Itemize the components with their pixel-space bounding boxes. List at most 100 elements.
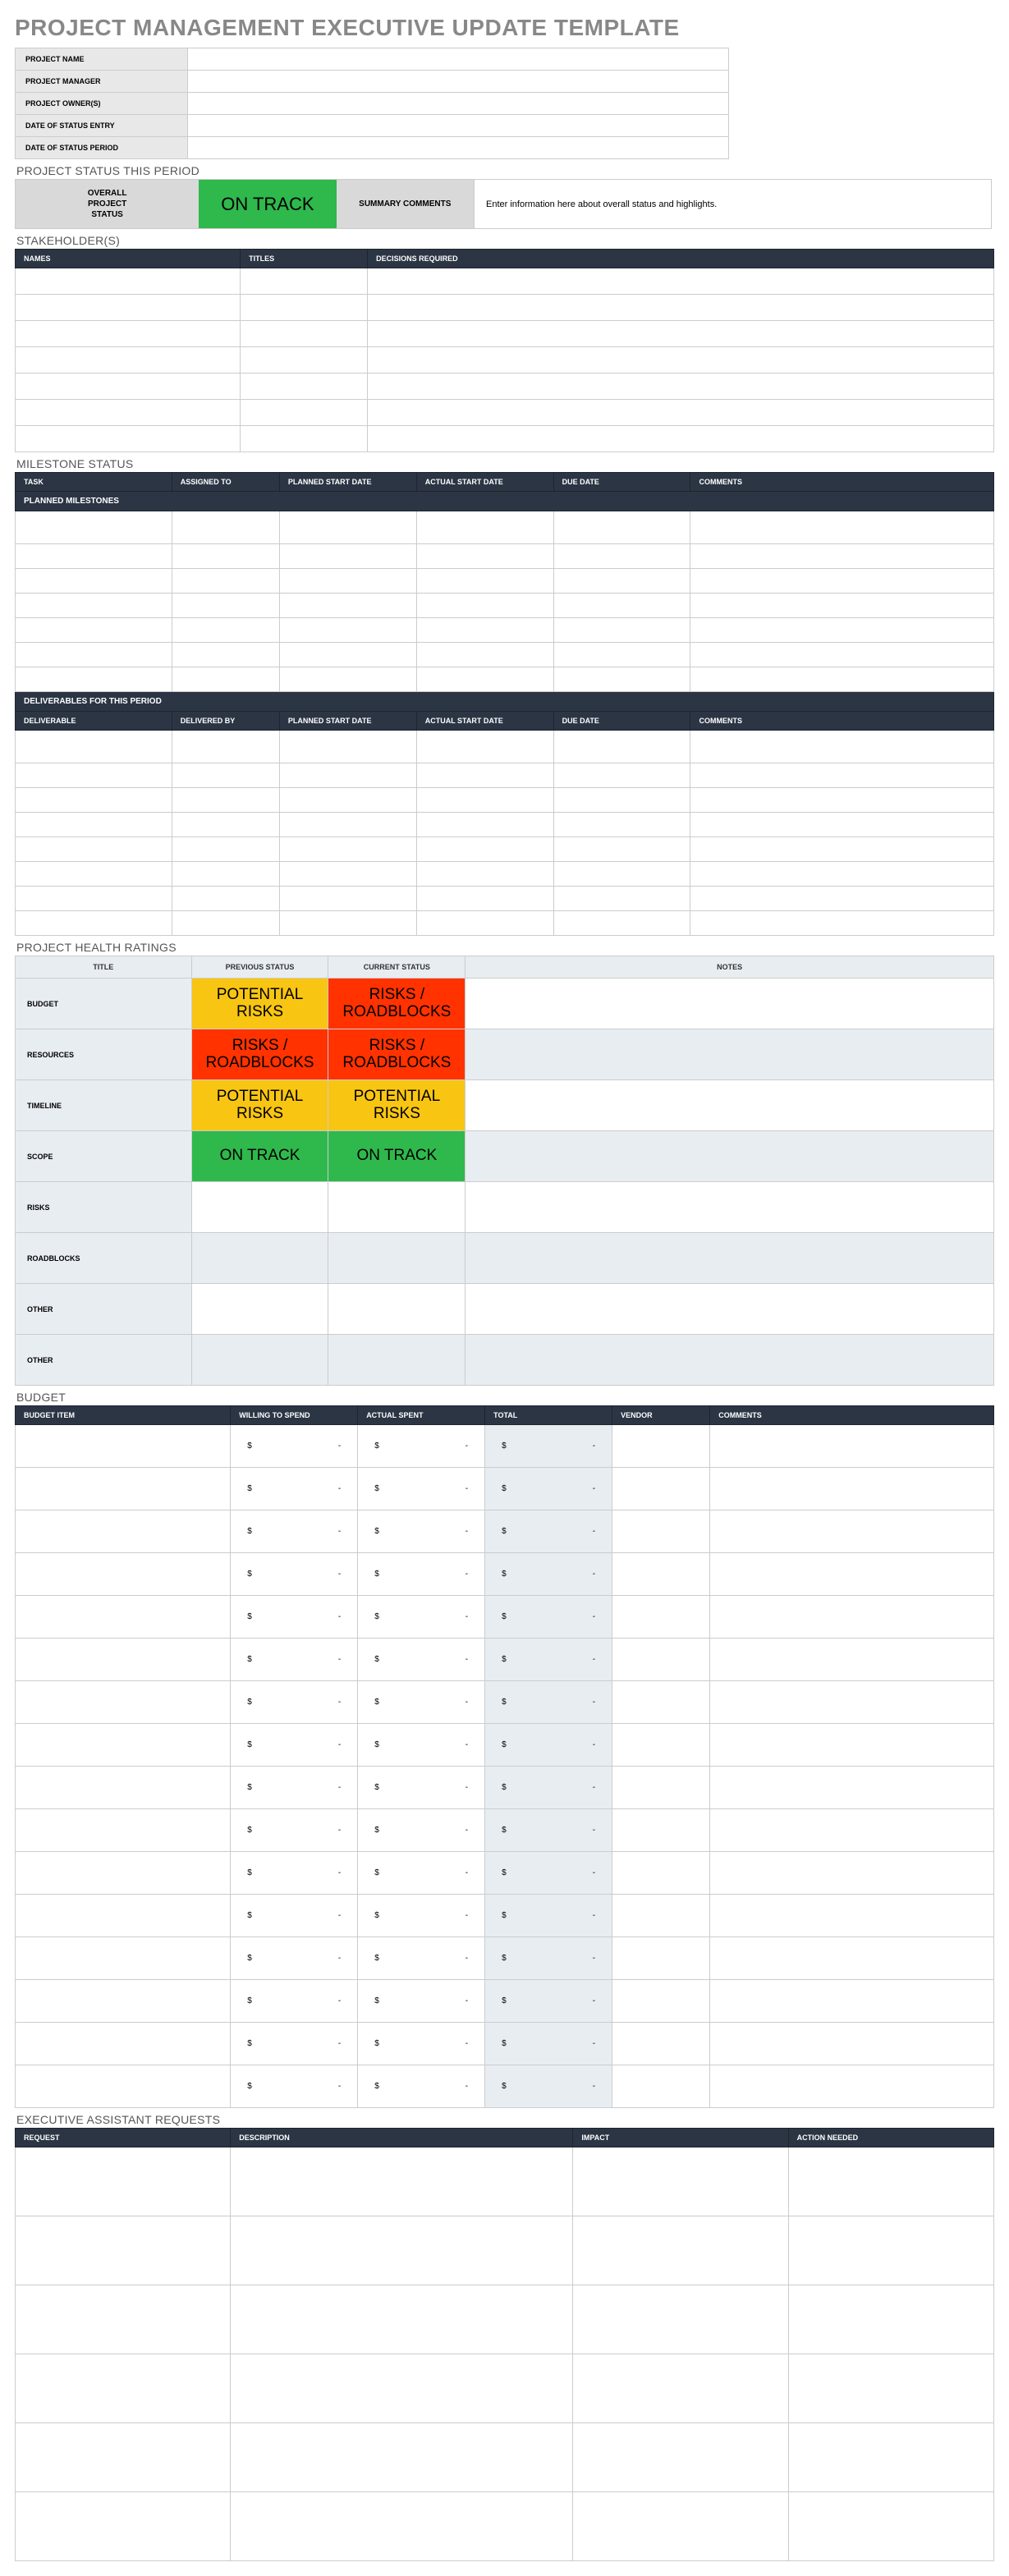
cell[interactable]: [710, 1937, 994, 1980]
cell[interactable]: [16, 268, 241, 295]
cell[interactable]: [16, 1639, 231, 1681]
cell[interactable]: [16, 1852, 231, 1895]
cell[interactable]: [16, 569, 172, 594]
cell[interactable]: [172, 544, 279, 569]
cell[interactable]: $-: [231, 1681, 358, 1724]
cell[interactable]: [612, 1553, 710, 1596]
health-notes[interactable]: [466, 1029, 994, 1080]
cell[interactable]: [279, 643, 416, 667]
info-value[interactable]: [188, 137, 729, 159]
cell[interactable]: [279, 618, 416, 643]
cell[interactable]: [553, 788, 690, 813]
cell[interactable]: [710, 1639, 994, 1681]
cell[interactable]: [612, 1425, 710, 1468]
cell[interactable]: [16, 2147, 231, 2216]
info-value[interactable]: [188, 48, 729, 71]
cell[interactable]: $-: [358, 1425, 485, 1468]
summary-comments-text[interactable]: Enter information here about overall sta…: [475, 179, 992, 229]
cell[interactable]: [16, 1468, 231, 1510]
cell[interactable]: [279, 511, 416, 544]
cell[interactable]: [553, 813, 690, 837]
cell[interactable]: $-: [358, 1681, 485, 1724]
cell[interactable]: [172, 862, 279, 887]
cell[interactable]: $-: [358, 1553, 485, 1596]
cell[interactable]: [16, 511, 172, 544]
health-curr[interactable]: [328, 1284, 466, 1335]
cell[interactable]: [279, 731, 416, 763]
cell[interactable]: [416, 667, 553, 692]
cell[interactable]: [16, 667, 172, 692]
cell[interactable]: [368, 374, 994, 400]
cell[interactable]: [612, 2023, 710, 2065]
cell[interactable]: [416, 511, 553, 544]
cell[interactable]: [279, 594, 416, 618]
cell[interactable]: [172, 911, 279, 936]
cell[interactable]: [279, 813, 416, 837]
cell[interactable]: [710, 1596, 994, 1639]
cell[interactable]: [172, 667, 279, 692]
health-curr[interactable]: POTENTIAL RISKS: [328, 1080, 466, 1131]
health-prev[interactable]: ON TRACK: [191, 1131, 328, 1182]
cell[interactable]: [710, 1809, 994, 1852]
cell[interactable]: [279, 862, 416, 887]
cell[interactable]: [573, 2354, 788, 2423]
cell[interactable]: [690, 788, 994, 813]
cell[interactable]: [279, 544, 416, 569]
cell[interactable]: [612, 1852, 710, 1895]
cell[interactable]: $-: [231, 1937, 358, 1980]
cell[interactable]: [416, 887, 553, 911]
cell[interactable]: [788, 2492, 993, 2561]
cell[interactable]: [416, 763, 553, 788]
cell[interactable]: [172, 788, 279, 813]
cell[interactable]: [172, 813, 279, 837]
cell[interactable]: [612, 1980, 710, 2023]
cell[interactable]: [16, 837, 172, 862]
cell[interactable]: $-: [358, 1937, 485, 1980]
cell[interactable]: [690, 643, 994, 667]
cell[interactable]: [553, 862, 690, 887]
cell[interactable]: $-: [231, 1510, 358, 1553]
cell[interactable]: $-: [231, 1425, 358, 1468]
cell[interactable]: [16, 1724, 231, 1767]
cell[interactable]: [553, 594, 690, 618]
cell[interactable]: [612, 1681, 710, 1724]
cell[interactable]: [16, 1510, 231, 1553]
cell[interactable]: [710, 1767, 994, 1809]
cell[interactable]: [553, 618, 690, 643]
cell[interactable]: $-: [358, 1510, 485, 1553]
cell[interactable]: $-: [358, 1724, 485, 1767]
cell[interactable]: [690, 667, 994, 692]
cell[interactable]: [16, 2023, 231, 2065]
cell[interactable]: [172, 763, 279, 788]
cell[interactable]: [416, 544, 553, 569]
cell[interactable]: $-: [231, 1553, 358, 1596]
cell[interactable]: [690, 731, 994, 763]
cell[interactable]: $-: [231, 1767, 358, 1809]
health-notes[interactable]: [466, 1182, 994, 1233]
cell[interactable]: [16, 295, 241, 321]
cell[interactable]: [241, 374, 368, 400]
cell[interactable]: [573, 2216, 788, 2285]
cell[interactable]: [16, 2285, 231, 2354]
cell[interactable]: $-: [231, 1809, 358, 1852]
cell[interactable]: [16, 321, 241, 347]
cell[interactable]: [16, 400, 241, 426]
cell[interactable]: [231, 2147, 573, 2216]
health-prev[interactable]: RISKS / ROADBLOCKS: [191, 1029, 328, 1080]
cell[interactable]: [16, 1809, 231, 1852]
cell[interactable]: [16, 643, 172, 667]
cell[interactable]: $-: [231, 2023, 358, 2065]
cell[interactable]: [16, 1767, 231, 1809]
cell[interactable]: [241, 268, 368, 295]
cell[interactable]: [241, 426, 368, 452]
cell[interactable]: [16, 2216, 231, 2285]
cell[interactable]: [690, 511, 994, 544]
cell[interactable]: [573, 2147, 788, 2216]
cell[interactable]: [690, 911, 994, 936]
cell[interactable]: [612, 1767, 710, 1809]
cell[interactable]: [690, 837, 994, 862]
cell[interactable]: [231, 2216, 573, 2285]
cell[interactable]: [710, 2065, 994, 2108]
cell[interactable]: [16, 2354, 231, 2423]
cell[interactable]: [710, 1895, 994, 1937]
